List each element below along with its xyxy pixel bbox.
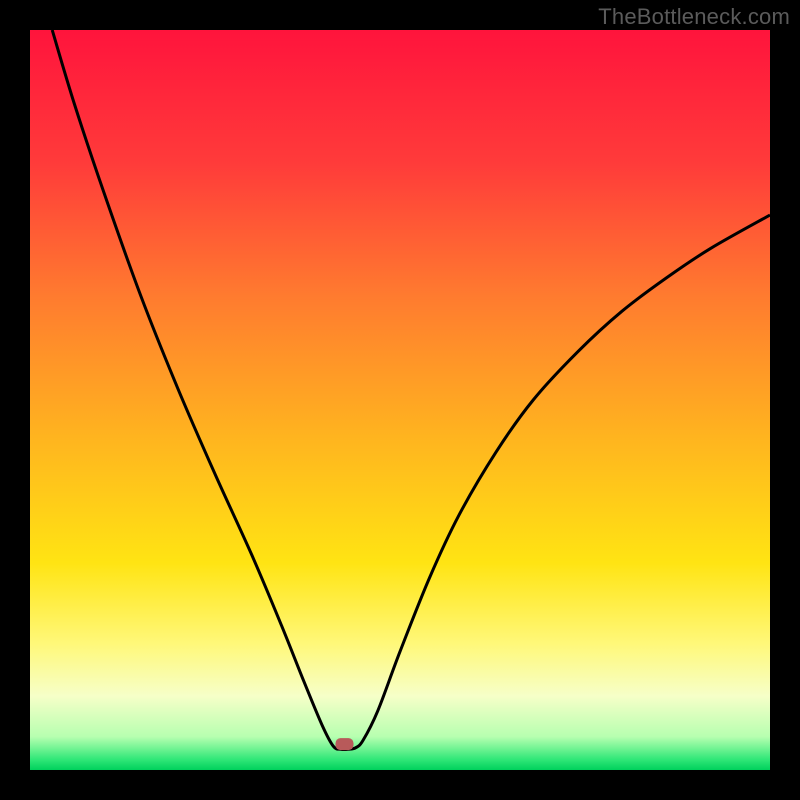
watermark-text: TheBottleneck.com — [598, 4, 790, 30]
chart-frame — [30, 30, 770, 770]
bottleneck-chart — [30, 30, 770, 770]
minimum-marker — [336, 738, 354, 750]
gradient-background — [30, 30, 770, 770]
